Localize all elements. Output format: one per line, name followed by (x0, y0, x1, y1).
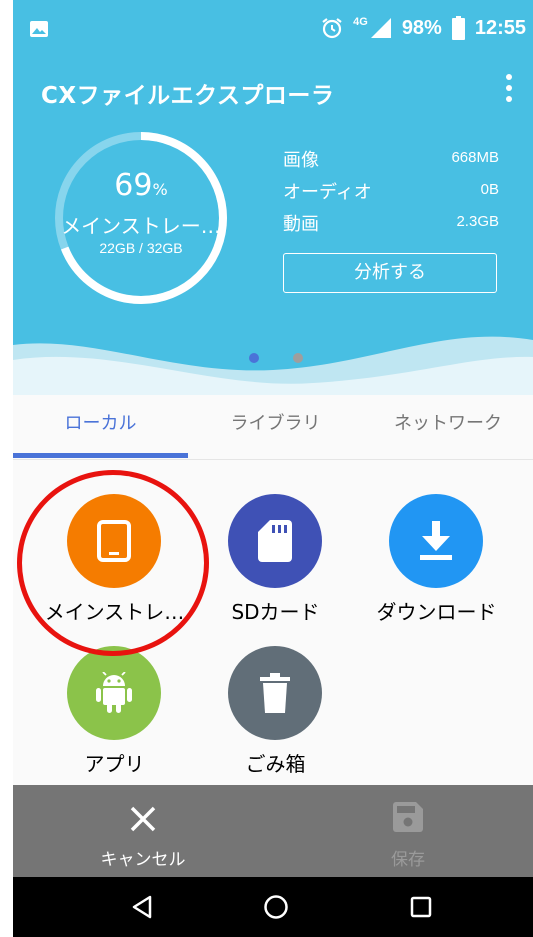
grid-item-label: ダウンロード (376, 600, 497, 624)
grid-item-sd-card[interactable]: SDカード (188, 494, 363, 634)
save-icon (393, 802, 423, 832)
stat-row-audio[interactable]: オーディオ 0B (283, 178, 499, 210)
stat-row-images[interactable]: 画像 668MB (283, 146, 499, 178)
stat-value: 2.3GB (456, 213, 499, 230)
storage-name: メインストレー… (61, 214, 221, 238)
close-icon (130, 806, 156, 832)
trash-icon (260, 673, 290, 713)
stat-name: オーディオ (283, 182, 372, 203)
apps-icon-circle (67, 646, 161, 740)
stat-value: 668MB (451, 149, 499, 166)
storage-summary: 69% メインストレー… 22GB / 32GB (51, 128, 231, 308)
grid-item-download[interactable]: ダウンロード (349, 494, 524, 634)
media-stats: 画像 668MB オーディオ 0B 動画 2.3GB (283, 146, 499, 242)
storage-percent-value: 69 (114, 168, 153, 203)
tab-local[interactable]: ローカル (13, 395, 188, 459)
sd-card-icon-circle (228, 494, 322, 588)
cancel-button[interactable]: キャンセル (73, 785, 213, 877)
download-icon (420, 521, 452, 560)
analyze-button[interactable]: 分析する (283, 253, 497, 293)
app-title: CXファイルエクスプローラ (41, 83, 335, 109)
more-vert-icon[interactable] (503, 74, 515, 102)
stat-name: 画像 (283, 150, 319, 171)
stat-name: 動画 (283, 214, 319, 235)
home-icon[interactable] (263, 894, 289, 920)
back-icon[interactable] (131, 895, 153, 919)
battery-icon (451, 16, 465, 40)
tab-network[interactable]: ネットワーク (363, 395, 533, 459)
sd-card-icon (258, 520, 292, 562)
grid-item-label: アプリ (84, 752, 145, 776)
image-notification-icon (30, 21, 48, 37)
highlight-circle (17, 470, 209, 656)
battery-percent: 98% (401, 16, 442, 39)
save-button[interactable]: 保存 (363, 785, 453, 877)
screen: 4G 98% 12:55 CXファイルエクスプローラ 69% メインストレー… … (0, 0, 533, 937)
storage-percent: 69% (51, 168, 231, 203)
storage-percent-unit: % (152, 180, 168, 199)
stat-row-video[interactable]: 動画 2.3GB (283, 210, 499, 242)
alarm-icon (322, 18, 342, 39)
action-bar: キャンセル 保存 (13, 785, 533, 877)
download-icon-circle (389, 494, 483, 588)
clock: 12:55 (474, 16, 526, 39)
stat-value: 0B (480, 181, 499, 198)
android-icon (96, 672, 132, 713)
page-indicator (249, 353, 303, 363)
tab-bar: ローカル ライブラリ ネットワーク (13, 395, 533, 460)
network-type: 4G (353, 16, 368, 28)
phone-screen: 4G 98% 12:55 CXファイルエクスプローラ 69% メインストレー… … (13, 0, 533, 937)
header-panel: 4G 98% 12:55 CXファイルエクスプローラ 69% メインストレー… … (13, 0, 533, 405)
tab-library[interactable]: ライブラリ (188, 395, 363, 459)
recents-icon[interactable] (410, 896, 432, 918)
storage-usage: 22GB / 32GB (99, 240, 183, 256)
status-right: 4G 98% 12:55 (321, 16, 526, 40)
status-bar: 4G 98% 12:55 (13, 0, 533, 58)
grid-item-apps[interactable]: アプリ (27, 646, 202, 781)
grid-item-label: SDカード (231, 600, 320, 624)
page-dot-active[interactable] (249, 353, 259, 363)
save-label: 保存 (391, 850, 425, 870)
trash-icon-circle (228, 646, 322, 740)
system-nav-bar (13, 877, 533, 937)
grid-item-trash[interactable]: ごみ箱 (188, 646, 363, 781)
grid-item-label: ごみ箱 (245, 752, 306, 776)
page-dot[interactable] (293, 353, 303, 363)
cancel-label: キャンセル (100, 850, 186, 870)
signal-icon (370, 18, 391, 38)
tab-indicator (13, 453, 188, 458)
